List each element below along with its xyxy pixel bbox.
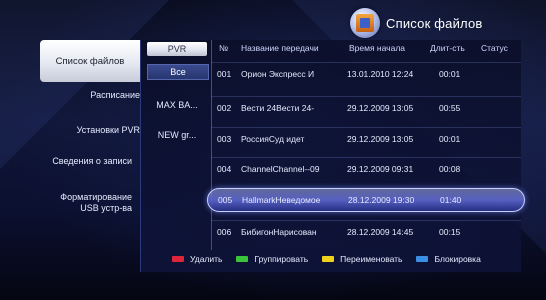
table-row-selected[interactable]: 005 HallmarkНеведомое 28.12.2009 19:30 0…	[207, 188, 525, 212]
menu-item-schedule[interactable]: Расписание	[40, 90, 140, 101]
column-header-number: №	[219, 43, 229, 53]
row-name: Вести 24Вести 24-	[241, 103, 315, 113]
blue-key-lock[interactable]: Блокировка	[416, 254, 481, 264]
table-row[interactable]: 004 ChannelChannel--09 29.12.2009 09:31 …	[211, 157, 521, 180]
row-duration: 00:08	[439, 164, 461, 174]
menu-item-label: Форматирование USB устр-ва	[60, 192, 132, 213]
menu-item-label: Установки PVR	[76, 125, 140, 135]
row-duration: 00:01	[439, 69, 461, 79]
row-duration: 01:40	[440, 195, 462, 205]
row-start: 28.12.2009 14:45	[347, 227, 414, 237]
table-row[interactable]: 002 Вести 24Вести 24- 29.12.2009 13:05 0…	[211, 96, 521, 119]
row-number: 005	[218, 195, 233, 205]
green-key-icon	[236, 256, 249, 262]
column-header-name: Название передачи	[241, 43, 319, 53]
row-number: 004	[217, 164, 232, 174]
column-header-status: Статус	[481, 43, 508, 53]
green-key-group[interactable]: Группировать	[236, 254, 308, 264]
row-number: 003	[217, 134, 232, 144]
key-label: Переименовать	[340, 254, 403, 264]
red-key-icon	[172, 256, 184, 262]
menu-item-pvr-settings[interactable]: Установки PVR	[40, 125, 140, 136]
row-name: БибигонНарисован	[241, 227, 317, 237]
menu-item-format-usb[interactable]: Форматирование USB устр-ва	[40, 192, 132, 214]
row-start: 29.12.2009 13:05	[347, 134, 414, 144]
column-header-start: Время начала	[349, 43, 406, 53]
table-row[interactable]: 001 Орион Экспресс И 13.01.2010 12:24 00…	[211, 62, 521, 85]
key-label: Группировать	[254, 254, 309, 264]
key-label: Блокировка	[434, 254, 481, 264]
row-duration: 00:55	[439, 103, 461, 113]
menu-item-file-list[interactable]: Список файлов	[40, 40, 140, 82]
color-key-bar: Удалить Группировать Переименовать Блоки…	[148, 250, 520, 268]
file-list-icon	[350, 8, 380, 38]
table-row[interactable]: 003 РоссияСуд идет 29.12.2009 13:05 00:0…	[211, 127, 521, 150]
row-name: РоссияСуд идет	[241, 134, 305, 144]
group-item-label: NEW gr...	[157, 130, 197, 140]
row-duration: 00:15	[439, 227, 461, 237]
blue-key-icon	[416, 256, 429, 262]
menu-item-label: Список файлов	[55, 55, 125, 67]
row-name: Орион Экспресс И	[241, 69, 315, 79]
row-number: 006	[217, 227, 232, 237]
red-key-delete[interactable]: Удалить	[172, 254, 222, 264]
row-start: 28.12.2009 19:30	[348, 195, 415, 205]
key-label: Удалить	[190, 254, 223, 264]
group-header-pvr: PVR	[147, 42, 207, 56]
group-item-max-ba[interactable]: MAX BA...	[147, 98, 207, 112]
menu-item-recording-info[interactable]: Сведения о записи	[40, 156, 132, 167]
row-number: 002	[217, 103, 232, 113]
group-item-new-gr[interactable]: NEW gr...	[147, 128, 207, 142]
group-item-label: MAX BA...	[156, 100, 198, 110]
row-start: 29.12.2009 13:05	[347, 103, 414, 113]
page-title: Список файлов	[386, 15, 483, 31]
menu-item-label: Сведения о записи	[52, 156, 132, 166]
yellow-key-icon	[322, 256, 335, 262]
row-start: 13.01.2010 12:24	[347, 69, 414, 79]
group-column: PVR Все MAX BA... NEW gr...	[141, 40, 212, 250]
title-bar: Список файлов	[350, 8, 530, 38]
row-start: 29.12.2009 09:31	[347, 164, 414, 174]
row-name: HallmarkНеведомое	[242, 195, 321, 205]
row-number: 001	[217, 69, 232, 79]
row-name: ChannelChannel--09	[241, 164, 320, 174]
group-item-label: Все	[170, 67, 186, 77]
group-item-all[interactable]: Все	[147, 64, 209, 80]
table-row[interactable]: 006 БибигонНарисован 28.12.2009 14:45 00…	[211, 220, 521, 243]
column-header-duration: Длит-сть	[430, 43, 465, 53]
row-duration: 00:01	[439, 134, 461, 144]
menu-item-label: Расписание	[90, 90, 140, 100]
yellow-key-rename[interactable]: Переименовать	[322, 254, 402, 264]
file-list-panel: PVR Все MAX BA... NEW gr... № Название п…	[140, 40, 525, 272]
